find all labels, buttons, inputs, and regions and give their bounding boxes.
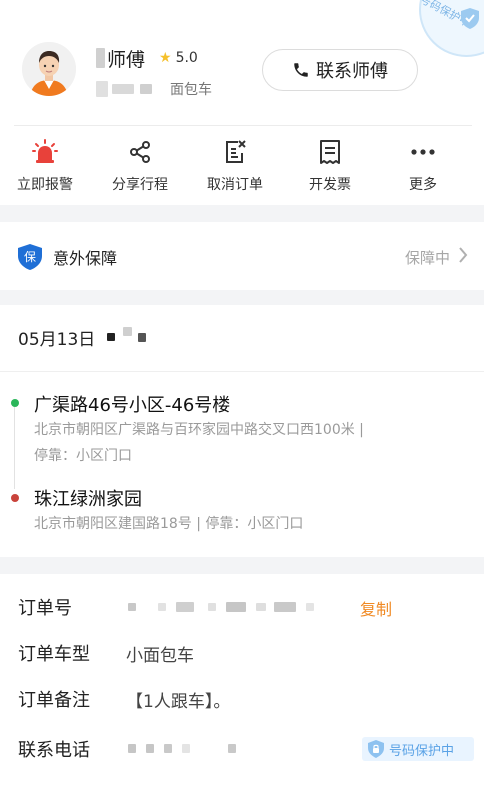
action-label: 取消订单 xyxy=(207,177,263,193)
cancel-order-button[interactable]: 取消订单 xyxy=(190,138,280,194)
masked-plate-2 xyxy=(112,84,134,94)
phone-protection-badge: 号码保护中 xyxy=(362,737,474,761)
alarm-button[interactable]: 立即报警 xyxy=(0,138,90,194)
action-label: 开发票 xyxy=(309,177,351,193)
driver-name: 师傅 xyxy=(107,48,146,71)
masked-phone-number xyxy=(128,744,236,753)
origin-stop: 停靠：小区门口 xyxy=(34,448,132,464)
car-model-label: 订单车型 xyxy=(18,644,90,665)
action-bar: 立即报警 分享行程 取消订单 开发票 更多 xyxy=(0,138,484,198)
insurance-status: 保障中 xyxy=(404,249,450,267)
contact-driver-button[interactable]: 联系师傅 xyxy=(262,49,418,91)
alarm-icon xyxy=(32,138,58,166)
chevron-right-icon xyxy=(458,246,468,268)
order-number-label: 订单号 xyxy=(18,598,72,619)
svg-text:保: 保 xyxy=(24,250,36,264)
action-label: 更多 xyxy=(409,177,437,193)
phone-protection-label: 号码保护中 xyxy=(389,743,455,759)
insurance-title: 意外保障 xyxy=(53,249,118,268)
order-info-card: 订单号 复制 订单车型 小面包车 订单备注 【1人跟车】。 联系电话 号码保护中 xyxy=(0,574,484,785)
copy-order-number-button[interactable]: 复制 xyxy=(360,596,392,620)
divider xyxy=(0,371,484,372)
vehicle-row: 面包车 xyxy=(96,78,212,100)
driver-name-row: 师傅 ★ 5.0 xyxy=(96,44,198,72)
contact-phone-label: 联系电话 xyxy=(18,740,90,761)
insurance-shield-icon: 保 xyxy=(18,244,42,274)
vehicle-type: 面包车 xyxy=(170,82,212,98)
cancel-order-icon xyxy=(223,138,247,166)
share-trip-button[interactable]: 分享行程 xyxy=(95,138,185,194)
invoice-button[interactable]: 开发票 xyxy=(285,138,375,194)
shield-icon xyxy=(368,740,384,758)
contact-driver-label: 联系师傅 xyxy=(316,61,388,82)
driver-rating: 5.0 xyxy=(175,50,198,66)
destination-name: 珠江绿洲家园 xyxy=(34,489,142,510)
more-button[interactable]: 更多 xyxy=(378,138,468,194)
share-icon xyxy=(128,138,152,166)
masked-name-block xyxy=(96,48,105,68)
masked-time-1 xyxy=(107,333,116,341)
masked-time-2 xyxy=(123,326,133,336)
invoice-icon xyxy=(318,138,342,166)
star-icon: ★ xyxy=(159,50,172,66)
origin-dot-icon xyxy=(11,399,19,407)
number-protection-corner-badge: 号码保护中 xyxy=(414,0,484,60)
insurance-row[interactable]: 保 意外保障 保障中 xyxy=(0,222,484,290)
phone-icon xyxy=(294,63,308,77)
masked-plate-3 xyxy=(140,84,152,94)
driver-card: 号码保护中 师傅 ★ 5.0 面包车 联系师傅 立即报警 分享行程 取消订单 开… xyxy=(0,0,484,205)
origin-name: 广渠路46号小区-46号楼 xyxy=(34,395,231,416)
more-icon xyxy=(410,138,436,166)
destination-dot-icon xyxy=(11,494,19,502)
order-remark-value: 【1人跟车】。 xyxy=(126,692,231,712)
trip-date: 05月13日 xyxy=(18,329,96,350)
protection-shield-icon: 号码保护中 xyxy=(418,0,479,30)
trip-date-row: 05月13日 xyxy=(18,325,147,350)
masked-order-number xyxy=(128,602,314,612)
route-line xyxy=(14,407,15,489)
action-label: 立即报警 xyxy=(17,177,73,193)
masked-time-3 xyxy=(138,332,147,342)
divider xyxy=(14,125,472,126)
order-remark-label: 订单备注 xyxy=(18,690,90,711)
masked-plate-1 xyxy=(96,81,108,97)
driver-avatar xyxy=(22,42,76,96)
destination-address: 北京市朝阳区建国路18号 | 停靠：小区门口 xyxy=(34,516,304,532)
trip-card: 05月13日 广渠路46号小区-46号楼 北京市朝阳区广渠路与百环家园中路交叉口… xyxy=(0,305,484,557)
origin-address: 北京市朝阳区广渠路与百环家园中路交叉口西100米 | xyxy=(34,422,364,438)
car-model-value: 小面包车 xyxy=(126,646,194,666)
action-label: 分享行程 xyxy=(112,177,168,193)
